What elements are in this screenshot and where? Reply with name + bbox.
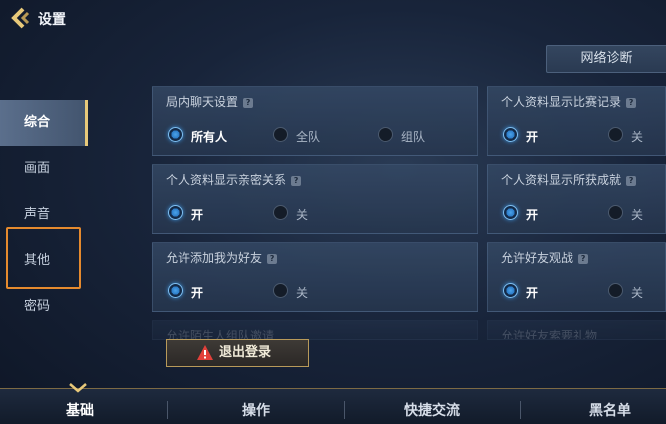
tab-controls[interactable]: 操作	[176, 389, 336, 424]
relationship-radio-on[interactable]	[168, 205, 183, 220]
tab-basic[interactable]: 基础	[0, 389, 160, 424]
question-icon[interactable]: ?	[243, 98, 254, 108]
add-friend-option-off[interactable]: 关	[296, 284, 308, 301]
sidebar-item-graphics[interactable]: 画面	[0, 146, 88, 192]
relationship-title: 个人资料显示亲密关系?	[166, 171, 302, 188]
achievements-title: 个人资料显示所获成就?	[501, 171, 637, 188]
network-diagnosis-button[interactable]: 网络诊断	[546, 45, 666, 73]
relationship-option-off[interactable]: 关	[296, 206, 308, 223]
question-icon[interactable]: ?	[267, 254, 278, 264]
add-friend-title: 允许添加我为好友?	[166, 249, 278, 266]
achievements-radio-on[interactable]	[503, 205, 518, 220]
watch-friend-title: 允许好友观战?	[501, 249, 589, 266]
add-friend-panel: 允许添加我为好友? 开 关	[152, 242, 478, 312]
warning-icon	[197, 345, 213, 360]
chat-settings-panel: 局内聊天设置? 所有人 全队 组队	[152, 86, 478, 156]
back-arrow-icon	[11, 7, 30, 29]
relationship-panel: 个人资料显示亲密关系? 开 关	[152, 164, 478, 234]
page-title: 设置	[38, 12, 66, 28]
match-record-radio-off[interactable]	[608, 127, 623, 142]
match-record-option-on[interactable]: 开	[526, 128, 538, 145]
tab-blacklist[interactable]: 黑名单	[530, 389, 666, 424]
tab-divider	[520, 401, 521, 419]
chat-settings-title: 局内聊天设置?	[166, 93, 254, 110]
match-record-title: 个人资料显示比赛记录?	[501, 93, 637, 110]
match-record-panel: 个人资料显示比赛记录? 开 关	[487, 86, 666, 156]
add-friend-radio-off[interactable]	[273, 283, 288, 298]
question-icon[interactable]: ?	[626, 98, 637, 108]
logout-label: 退出登录	[219, 345, 272, 360]
sidebar-item-general[interactable]: 综合	[0, 100, 88, 146]
chat-option-team[interactable]: 全队	[296, 128, 320, 145]
tab-divider	[344, 401, 345, 419]
achievements-panel: 个人资料显示所获成就? 开 关	[487, 164, 666, 234]
chat-radio-everyone[interactable]	[168, 127, 183, 142]
chat-radio-party[interactable]	[378, 127, 393, 142]
match-record-option-off[interactable]: 关	[631, 128, 643, 145]
watch-friend-panel: 允许好友观战? 开 关	[487, 242, 666, 312]
sidebar-item-password[interactable]: 密码	[0, 284, 88, 330]
relationship-radio-off[interactable]	[273, 205, 288, 220]
achievements-radio-off[interactable]	[608, 205, 623, 220]
achievements-option-off[interactable]: 关	[631, 206, 643, 223]
bottom-tab-bar: 基础 操作 快捷交流 黑名单	[0, 388, 666, 424]
friend-gift-panel: 允许好友索要礼物	[487, 320, 666, 340]
watch-friend-option-off[interactable]: 关	[631, 284, 643, 301]
back-button[interactable]	[10, 7, 32, 29]
watch-friend-radio-on[interactable]	[503, 283, 518, 298]
question-icon[interactable]: ?	[291, 176, 302, 186]
watch-friend-option-on[interactable]: 开	[526, 284, 538, 301]
tab-quick-chat[interactable]: 快捷交流	[352, 389, 512, 424]
watch-friend-radio-off[interactable]	[608, 283, 623, 298]
add-friend-option-on[interactable]: 开	[191, 284, 203, 301]
achievements-option-on[interactable]: 开	[526, 206, 538, 223]
question-icon[interactable]: ?	[578, 254, 589, 264]
selection-highlight-box	[6, 227, 81, 289]
question-icon[interactable]: ?	[626, 176, 637, 186]
add-friend-radio-on[interactable]	[168, 283, 183, 298]
tab-divider	[167, 401, 168, 419]
friend-gift-title: 允许好友索要礼物	[501, 329, 598, 340]
match-record-radio-on[interactable]	[503, 127, 518, 142]
relationship-option-on[interactable]: 开	[191, 206, 203, 223]
logout-button[interactable]: 退出登录	[166, 339, 309, 367]
stranger-invite-panel: 允许陌生人组队邀请	[152, 320, 478, 340]
chat-radio-team[interactable]	[273, 127, 288, 142]
chevron-down-icon	[69, 383, 87, 393]
chat-option-party[interactable]: 组队	[401, 128, 425, 145]
chat-option-everyone[interactable]: 所有人	[191, 128, 227, 145]
